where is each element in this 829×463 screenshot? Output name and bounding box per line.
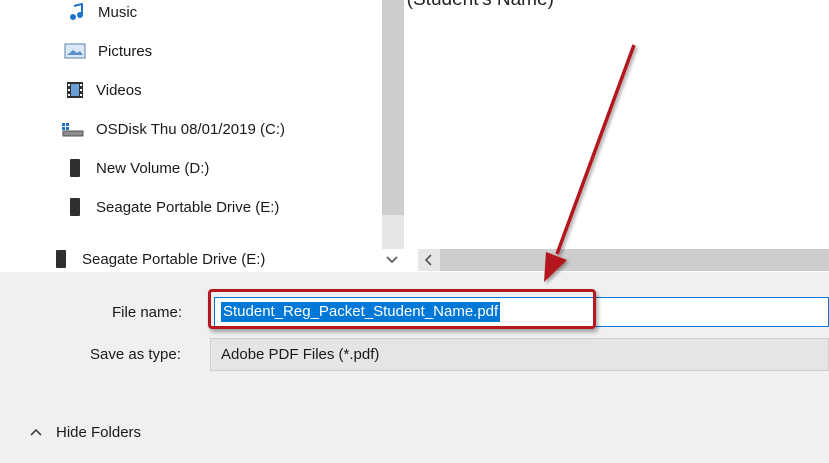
save-as-type-value: Adobe PDF Files (*.pdf) <box>221 346 380 363</box>
nav-item-label: Seagate Portable Drive (E:) <box>96 198 280 216</box>
music-icon <box>68 2 86 21</box>
hide-folders-button[interactable]: Hide Folders <box>30 420 141 444</box>
vertical-scrollbar[interactable] <box>382 0 404 249</box>
nav-item-pictures[interactable]: Pictures <box>64 39 152 63</box>
hide-folders-label: Hide Folders <box>56 423 142 441</box>
nav-item-label: Seagate Portable Drive (E:) <box>82 250 266 268</box>
nav-item-label: Pictures <box>98 42 153 60</box>
nav-item-music[interactable]: Music <box>68 0 137 24</box>
nav-item-seagate-drive-root[interactable]: Seagate Portable Drive (E:) <box>52 247 265 271</box>
vertical-scrollbar-thumb[interactable] <box>382 0 404 215</box>
nav-item-label: Music <box>98 3 138 21</box>
pictures-icon <box>64 42 86 60</box>
file-name-label: File name: <box>112 304 183 321</box>
nav-item-seagate-drive[interactable]: Seagate Portable Drive (E:) <box>66 195 279 219</box>
navigation-pane: Music Pictures Videos OSDisk Thu 08/01/2… <box>0 0 382 272</box>
nav-item-label: New Volume (D:) <box>96 159 210 177</box>
horizontal-scrollbar[interactable] <box>418 249 829 271</box>
nav-item-os-disk[interactable]: OSDisk Thu 08/01/2019 (C:) <box>62 117 285 141</box>
nav-item-label: OSDisk Thu 08/01/2019 (C:) <box>96 120 285 138</box>
nav-item-videos[interactable]: Videos <box>66 78 142 102</box>
nav-item-new-volume[interactable]: New Volume (D:) <box>66 156 209 180</box>
nav-item-label: Videos <box>96 81 142 99</box>
os-disk-icon <box>62 120 84 138</box>
scroll-down-chevron-icon[interactable] <box>380 249 404 271</box>
videos-icon <box>66 81 84 99</box>
save-as-type-label: Save as type: <box>90 346 181 363</box>
scroll-left-chevron-icon[interactable] <box>418 249 440 271</box>
file-name-selected-text[interactable]: Student_Reg_Packet_Student_Name.pdf <box>221 302 501 322</box>
drive-icon <box>66 159 84 177</box>
chevron-up-icon <box>30 425 44 439</box>
save-as-type-select[interactable]: Adobe PDF Files (*.pdf) <box>210 338 829 371</box>
horizontal-scrollbar-thumb[interactable] <box>440 249 829 271</box>
drive-icon <box>66 198 84 216</box>
drive-icon <box>52 250 70 268</box>
